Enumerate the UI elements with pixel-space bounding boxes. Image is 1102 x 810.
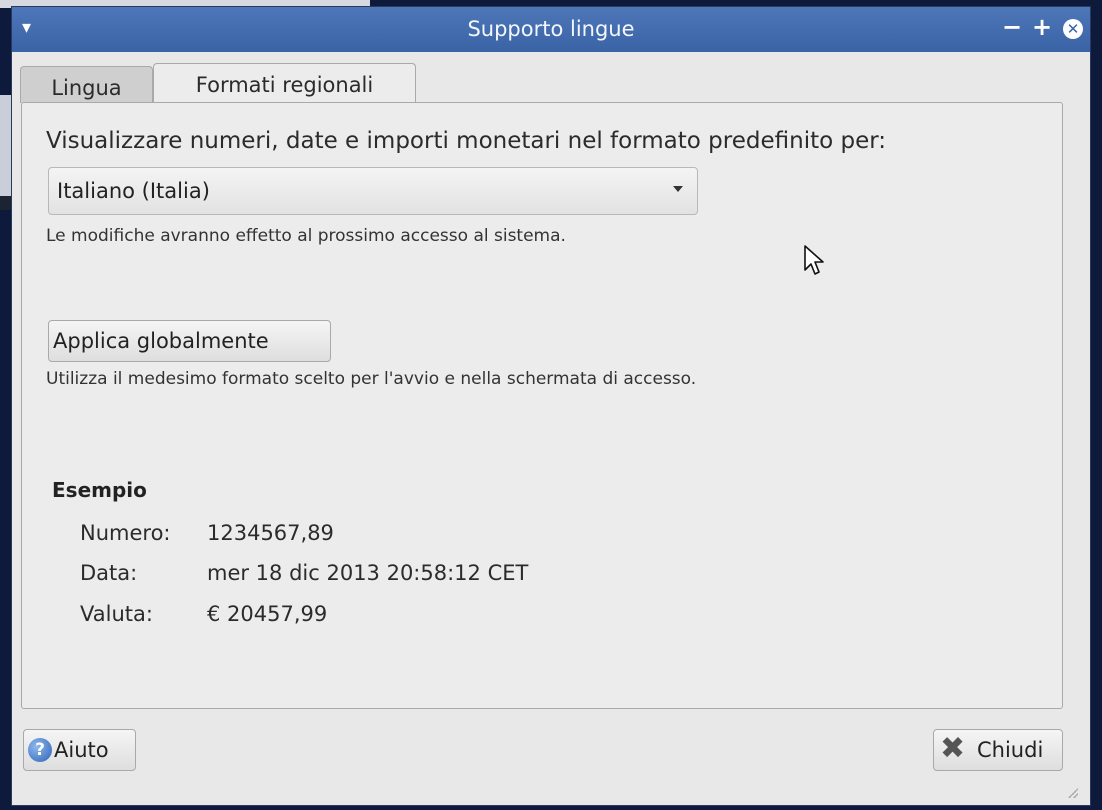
- locale-dropdown-value: Italiano (Italia): [57, 179, 210, 203]
- tab-formati-regionali[interactable]: Formati regionali: [153, 63, 416, 104]
- example-date-label: Data:: [80, 561, 138, 585]
- locale-dropdown[interactable]: Italiano (Italia): [48, 167, 698, 215]
- chevron-down-icon: [673, 186, 683, 192]
- close-button[interactable]: ✖ Chiudi: [933, 729, 1063, 771]
- minimize-icon[interactable]: −: [1002, 15, 1022, 39]
- tab-lingua[interactable]: Lingua: [20, 66, 153, 103]
- title-bar[interactable]: ▾ Supporto lingue − + ✕: [12, 7, 1090, 52]
- example-date-value: mer 18 dic 2013 20:58:12 CET: [207, 561, 529, 585]
- close-window-icon[interactable]: ✕: [1063, 19, 1083, 39]
- resize-grip[interactable]: [1068, 788, 1078, 798]
- relogin-note: Le modifiche avranno effetto al prossimo…: [46, 226, 566, 246]
- example-currency-value: € 20457,99: [207, 602, 328, 626]
- example-number-value: 1234567,89: [207, 521, 334, 545]
- help-icon: ?: [28, 738, 52, 762]
- close-button-label: Chiudi: [977, 738, 1044, 762]
- help-button[interactable]: ? Aiuto: [23, 729, 136, 771]
- example-title: Esempio: [52, 478, 147, 502]
- apply-globally-button[interactable]: Applica globalmente: [48, 320, 331, 362]
- example-number-label: Numero:: [80, 521, 171, 545]
- example-currency-label: Valuta:: [80, 602, 153, 626]
- formats-heading: Visualizzare numeri, date e importi mone…: [46, 128, 887, 154]
- window-title: Supporto lingue: [467, 17, 635, 41]
- help-button-label: Aiuto: [54, 738, 109, 762]
- mouse-cursor-icon: [804, 245, 824, 275]
- maximize-icon[interactable]: +: [1032, 15, 1052, 39]
- close-x-icon: ✖: [940, 731, 966, 766]
- apply-globally-note: Utilizza il medesimo formato scelto per …: [46, 369, 697, 389]
